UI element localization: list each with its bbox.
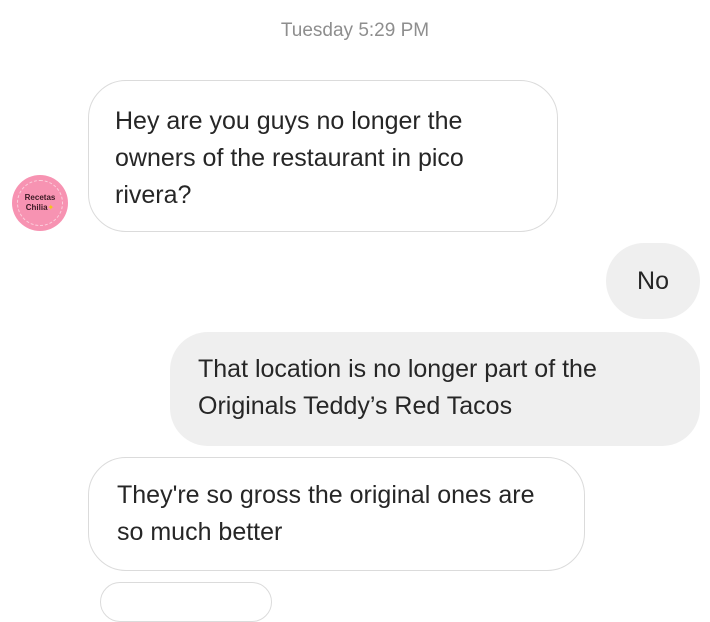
sender-avatar[interactable]: Recetas Chilia✦ [12,175,68,231]
message-text: That location is no longer part of the O… [198,355,597,420]
conversation-timestamp: Tuesday 5:29 PM [280,20,430,41]
message-text: They're so gross the original ones are s… [117,481,535,546]
outgoing-message-bubble[interactable]: That location is no longer part of the O… [170,332,700,446]
avatar-text-line2-label: Chilia [25,203,48,212]
incoming-message-bubble-partial[interactable] [100,582,272,622]
incoming-message-bubble[interactable]: They're so gross the original ones are s… [88,457,585,571]
message-text: Hey are you guys no longer the owners of… [115,107,464,209]
avatar-text-line1: Recetas [24,193,56,202]
sparkle-icon: ✦ [47,203,55,212]
outgoing-message-bubble[interactable]: No [606,243,700,319]
avatar-text-line2: Chilia✦ [26,203,54,213]
message-text: No [637,267,669,295]
incoming-message-bubble[interactable]: Hey are you guys no longer the owners of… [88,80,558,232]
